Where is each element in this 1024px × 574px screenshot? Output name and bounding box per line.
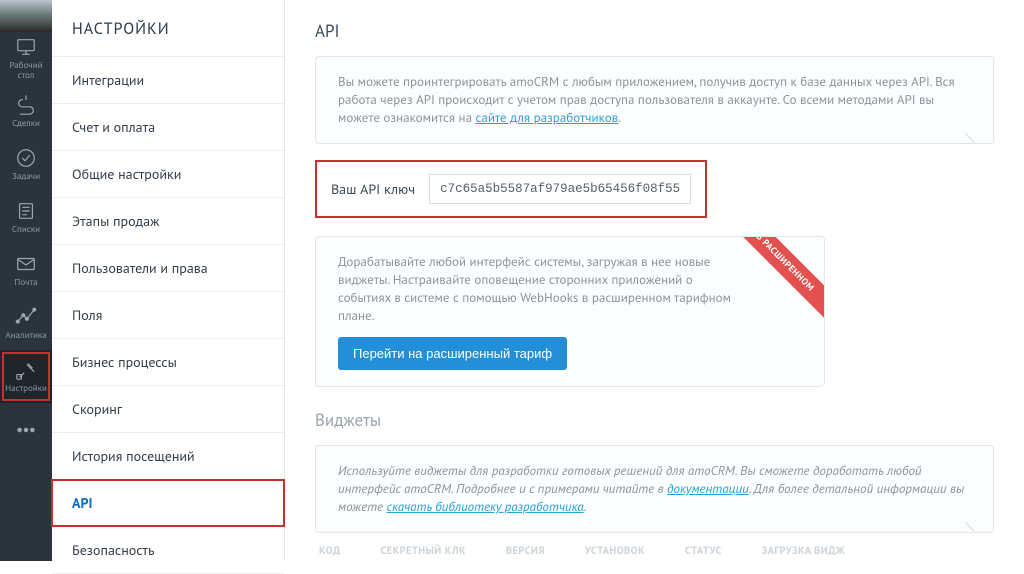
th-installs: УСТАНОВОК <box>585 543 645 557</box>
rail-mail[interactable]: Почта <box>0 244 52 297</box>
speech-tail-icon <box>964 522 975 533</box>
dev-site-link[interactable]: сайте для разработчиков <box>476 109 619 126</box>
settings-title: НАСТРОЙКИ <box>52 0 284 57</box>
api-intro-card: Вы можете проинтегрировать amoCRM с любы… <box>315 56 994 144</box>
rail-analytics[interactable]: Аналитика <box>0 297 52 350</box>
widgets-table-header: КОД СЕКРЕТНЫЙ КЛК ВЕРСИЯ УСТАНОВОК СТАТУ… <box>315 543 994 557</box>
intro-a: Вы можете проинтегрировать amoCRM с любы… <box>338 73 955 126</box>
rail-deals[interactable]: Сделки <box>0 85 52 138</box>
side-item-api[interactable]: API <box>52 480 284 527</box>
side-item-billing[interactable]: Счет и оплата <box>52 104 284 151</box>
settings-panel: НАСТРОЙКИ Интеграции Счет и оплата Общие… <box>52 0 285 561</box>
side-item-security[interactable]: Безопасность <box>52 527 284 574</box>
rail-tasks[interactable]: Задачи <box>0 138 52 191</box>
side-item-history[interactable]: История посещений <box>52 433 284 480</box>
speech-tail-icon <box>964 133 975 144</box>
more-icon <box>15 419 37 441</box>
th-version: ВЕРСИЯ <box>506 543 545 557</box>
api-intro-text: Вы можете проинтегрировать amoCRM с любы… <box>316 57 993 143</box>
rail-label: Аналитика <box>5 331 46 341</box>
side-item-scoring[interactable]: Скоринг <box>52 386 284 433</box>
nav-rail: Рабочийстол Сделки Задачи Списки Почта А… <box>0 0 52 561</box>
side-item-users[interactable]: Пользователи и права <box>52 245 284 292</box>
download-lib-link[interactable]: скачать библиотеку разработчика <box>387 498 584 515</box>
desktop-icon <box>15 36 37 58</box>
deals-icon <box>15 94 37 116</box>
rail-label: Почта <box>14 278 37 288</box>
upgrade-button[interactable]: Перейти на расширенный тариф <box>338 337 567 370</box>
upsell-card: В РАСШИРЕННОМ Дорабатывайте любой интерф… <box>315 236 825 387</box>
lists-icon <box>15 200 37 222</box>
rail-label: Задачи <box>12 172 40 182</box>
rail-label: Рабочийстол <box>9 61 42 81</box>
rail-label: Настройки <box>5 384 47 394</box>
side-item-processes[interactable]: Бизнес процессы <box>52 339 284 386</box>
avatar[interactable] <box>0 0 52 32</box>
side-item-stages[interactable]: Этапы продаж <box>52 198 284 245</box>
intro-b: . <box>618 109 621 126</box>
settings-icon <box>15 359 37 381</box>
side-item-general[interactable]: Общие настройки <box>52 151 284 198</box>
rail-label: Сделки <box>12 119 40 129</box>
th-upload: ЗАГРУЗКА ВИДЖ <box>762 543 845 557</box>
rail-label: Списки <box>12 225 40 235</box>
analytics-icon <box>15 306 37 328</box>
widgets-heading: Виджеты <box>315 409 994 431</box>
side-item-integrations[interactable]: Интеграции <box>52 57 284 104</box>
api-heading: API <box>315 20 994 42</box>
rail-desktop[interactable]: Рабочийстол <box>0 32 52 85</box>
th-secret: СЕКРЕТНЫЙ КЛК <box>381 543 466 557</box>
widgets-c: . <box>584 498 587 515</box>
mail-icon <box>15 253 37 275</box>
th-code: КОД <box>319 543 341 557</box>
api-key-label: Ваш API ключ <box>331 180 415 198</box>
th-status: СТАТУС <box>685 543 722 557</box>
rail-lists[interactable]: Списки <box>0 191 52 244</box>
side-item-fields[interactable]: Поля <box>52 292 284 339</box>
rail-settings[interactable]: Настройки <box>0 350 52 403</box>
docs-link[interactable]: документации <box>667 480 749 497</box>
main-content: API Вы можете проинтегрировать amoCRM с … <box>285 0 1024 561</box>
tasks-icon <box>15 147 37 169</box>
api-key-block: Ваш API ключ c7c65a5b5587af979ae5b65456f… <box>315 160 707 218</box>
api-key-value[interactable]: c7c65a5b5587af979ae5b65456f08f55 <box>429 174 691 204</box>
widgets-intro-card: Используйте виджеты для разработки готов… <box>315 445 994 533</box>
upsell-text: Дорабатывайте любой интерфейс системы, з… <box>338 253 731 324</box>
rail-more[interactable] <box>0 403 52 456</box>
